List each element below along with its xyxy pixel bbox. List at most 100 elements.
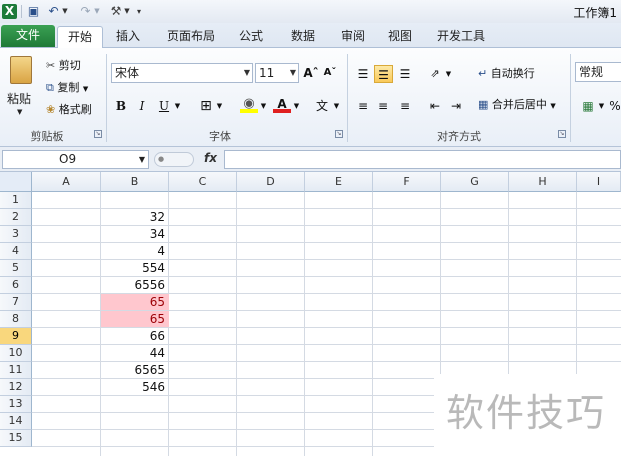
undo-icon[interactable]: ↶ [46, 4, 61, 19]
row-header-4[interactable]: 4 [0, 243, 32, 260]
column-header-i[interactable]: I [577, 172, 621, 192]
shrink-font-icon[interactable]: Aˇ [322, 64, 338, 82]
font-size-select[interactable]: 11 ▼ [255, 63, 299, 83]
column-header-h[interactable]: H [509, 172, 577, 192]
align-center-icon[interactable]: ≡ [374, 97, 392, 115]
bold-button[interactable]: B [113, 97, 129, 115]
customize-toolbar-icon[interactable]: ▾ [134, 4, 144, 19]
text-orientation-icon[interactable]: ⇗ [426, 65, 444, 83]
underline-dropdown-icon[interactable]: ▼ [173, 97, 182, 115]
row-header-9[interactable]: 9 [0, 328, 32, 345]
font-color-dropdown-icon[interactable]: ▼ [292, 97, 301, 115]
borders-dropdown-icon[interactable]: ▼ [215, 97, 224, 115]
cell-b6[interactable]: 6556 [101, 277, 169, 293]
wrap-text-button[interactable]: ↵ 自动换行 [478, 66, 535, 82]
font-launcher-icon[interactable]: ↘ [335, 130, 343, 138]
borders-icon[interactable]: ⊞ [198, 97, 214, 115]
cell-b11[interactable]: 6565 [101, 362, 169, 378]
column-header-c[interactable]: C [169, 172, 237, 192]
align-bottom-icon[interactable]: ☰ [396, 65, 414, 83]
format-painter-label: 格式刷 [58, 103, 92, 116]
currency-format-icon[interactable]: ▦ [580, 97, 596, 115]
percent-format-icon[interactable]: % [609, 97, 621, 115]
row-header-3[interactable]: 3 [0, 226, 32, 243]
cell-b8[interactable]: 65 [101, 311, 169, 327]
merge-center-button[interactable]: ▦ 合并后居中 ▼ [478, 97, 556, 114]
cell-b4[interactable]: 4 [101, 243, 169, 259]
row-header-6[interactable]: 6 [0, 277, 32, 294]
tab-developer[interactable]: 开发工具 [428, 26, 494, 48]
grow-font-icon[interactable]: Aˆ [303, 64, 319, 82]
tab-formulas[interactable]: 公式 [231, 26, 271, 48]
format-painter-button[interactable]: ❀ 格式刷 [46, 102, 92, 118]
row-header-10[interactable]: 10 [0, 345, 32, 362]
phonetic-guide-icon[interactable]: 文 [312, 97, 332, 115]
increase-indent-icon[interactable]: ⇥ [447, 97, 465, 115]
row-header-7[interactable]: 7 [0, 294, 32, 311]
copy-button[interactable]: ⧉ 复制 ▼ [46, 80, 88, 97]
column-header-d[interactable]: D [237, 172, 305, 192]
save-icon[interactable]: ▣ [26, 4, 41, 19]
cell-b5[interactable]: 554 [101, 260, 169, 276]
tab-view[interactable]: 视图 [380, 26, 420, 48]
tools-dropdown-icon[interactable]: ▼ [123, 4, 131, 19]
formula-input[interactable] [224, 150, 621, 169]
fill-color-icon[interactable]: ◉ [240, 95, 258, 113]
italic-button[interactable]: I [134, 97, 150, 115]
column-header-f[interactable]: F [373, 172, 441, 192]
tab-page-layout[interactable]: 页面布局 [160, 26, 222, 48]
formula-bar-resize-icon[interactable]: ● [154, 152, 194, 167]
cell-b9[interactable]: 66 [101, 328, 169, 344]
cell-b10[interactable]: 44 [101, 345, 169, 361]
select-all-corner[interactable] [0, 172, 32, 192]
tab-data[interactable]: 数据 [283, 26, 323, 48]
column-header-g[interactable]: G [441, 172, 509, 192]
phonetic-dropdown-icon[interactable]: ▼ [332, 97, 341, 115]
insert-function-icon[interactable]: fx [204, 151, 217, 165]
tab-file[interactable]: 文件 [1, 25, 55, 47]
decrease-indent-icon[interactable]: ⇤ [426, 97, 444, 115]
row-header-8[interactable]: 8 [0, 311, 32, 328]
column-header-b[interactable]: B [101, 172, 169, 192]
name-box[interactable]: O9 ▼ [2, 150, 149, 169]
redo-dropdown-icon[interactable]: ▼ [93, 4, 101, 19]
row-header-5[interactable]: 5 [0, 260, 32, 277]
cut-button[interactable]: ✂ 剪切 [46, 58, 81, 74]
fill-color-dropdown-icon[interactable]: ▼ [259, 97, 268, 115]
align-right-icon[interactable]: ≡ [396, 97, 414, 115]
row-header-15[interactable]: 15 [0, 430, 32, 447]
undo-dropdown-icon[interactable]: ▼ [61, 4, 69, 19]
row-header-14[interactable]: 14 [0, 413, 32, 430]
align-left-icon[interactable]: ≡ [354, 97, 372, 115]
alignment-launcher-icon[interactable]: ↘ [558, 130, 566, 138]
number-format-select[interactable]: 常规 [575, 62, 621, 82]
tab-home[interactable]: 开始 [57, 26, 103, 49]
align-middle-icon[interactable]: ☰ [374, 65, 393, 83]
font-color-icon[interactable]: A [273, 95, 291, 113]
font-group-label: 字体 [209, 130, 231, 143]
clipboard-launcher-icon[interactable]: ↘ [94, 130, 102, 138]
row-header-12[interactable]: 12 [0, 379, 32, 396]
row-header-1[interactable]: 1 [0, 192, 32, 209]
cell-b7[interactable]: 65 [101, 294, 169, 310]
row-header-11[interactable]: 11 [0, 362, 32, 379]
orientation-dropdown-icon[interactable]: ▼ [444, 65, 453, 83]
group-separator [347, 54, 348, 142]
underline-button[interactable]: U [156, 97, 172, 115]
row-header-13[interactable]: 13 [0, 396, 32, 413]
tools-icon[interactable]: ⚒ [108, 4, 124, 19]
column-header-e[interactable]: E [305, 172, 373, 192]
tab-insert[interactable]: 插入 [108, 26, 148, 48]
paste-button[interactable]: 粘贴 ▼ [4, 54, 38, 120]
cell-b12[interactable]: 546 [101, 379, 169, 395]
column-header-a[interactable]: A [32, 172, 101, 192]
cell-b2[interactable]: 32 [101, 209, 169, 225]
window-title: 工作簿1 [573, 6, 617, 20]
align-top-icon[interactable]: ☰ [354, 65, 372, 83]
tab-review[interactable]: 审阅 [333, 26, 373, 48]
font-name-select[interactable]: 宋体 ▼ [111, 63, 253, 83]
redo-icon[interactable]: ↷ [78, 4, 93, 19]
currency-dropdown-icon[interactable]: ▼ [597, 97, 606, 115]
cell-b3[interactable]: 34 [101, 226, 169, 242]
row-header-2[interactable]: 2 [0, 209, 32, 226]
